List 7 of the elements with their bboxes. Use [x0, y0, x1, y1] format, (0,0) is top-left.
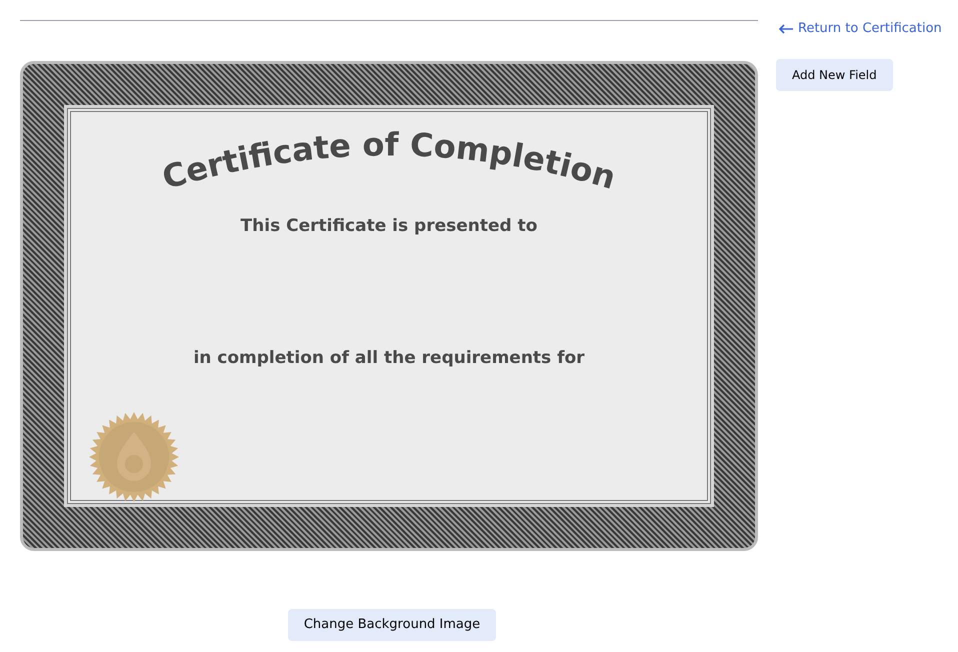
left-arrow-icon: [778, 24, 794, 34]
return-link[interactable]: Return to Certification: [778, 19, 942, 38]
presented-line: This Certificate is presented to: [240, 215, 538, 238]
seal-icon: [89, 412, 179, 502]
completion-line: in completion of all the requirements for: [193, 346, 585, 370]
change-background-button[interactable]: Change Background Image: [288, 609, 496, 641]
add-field-button[interactable]: Add New Field: [776, 58, 893, 90]
